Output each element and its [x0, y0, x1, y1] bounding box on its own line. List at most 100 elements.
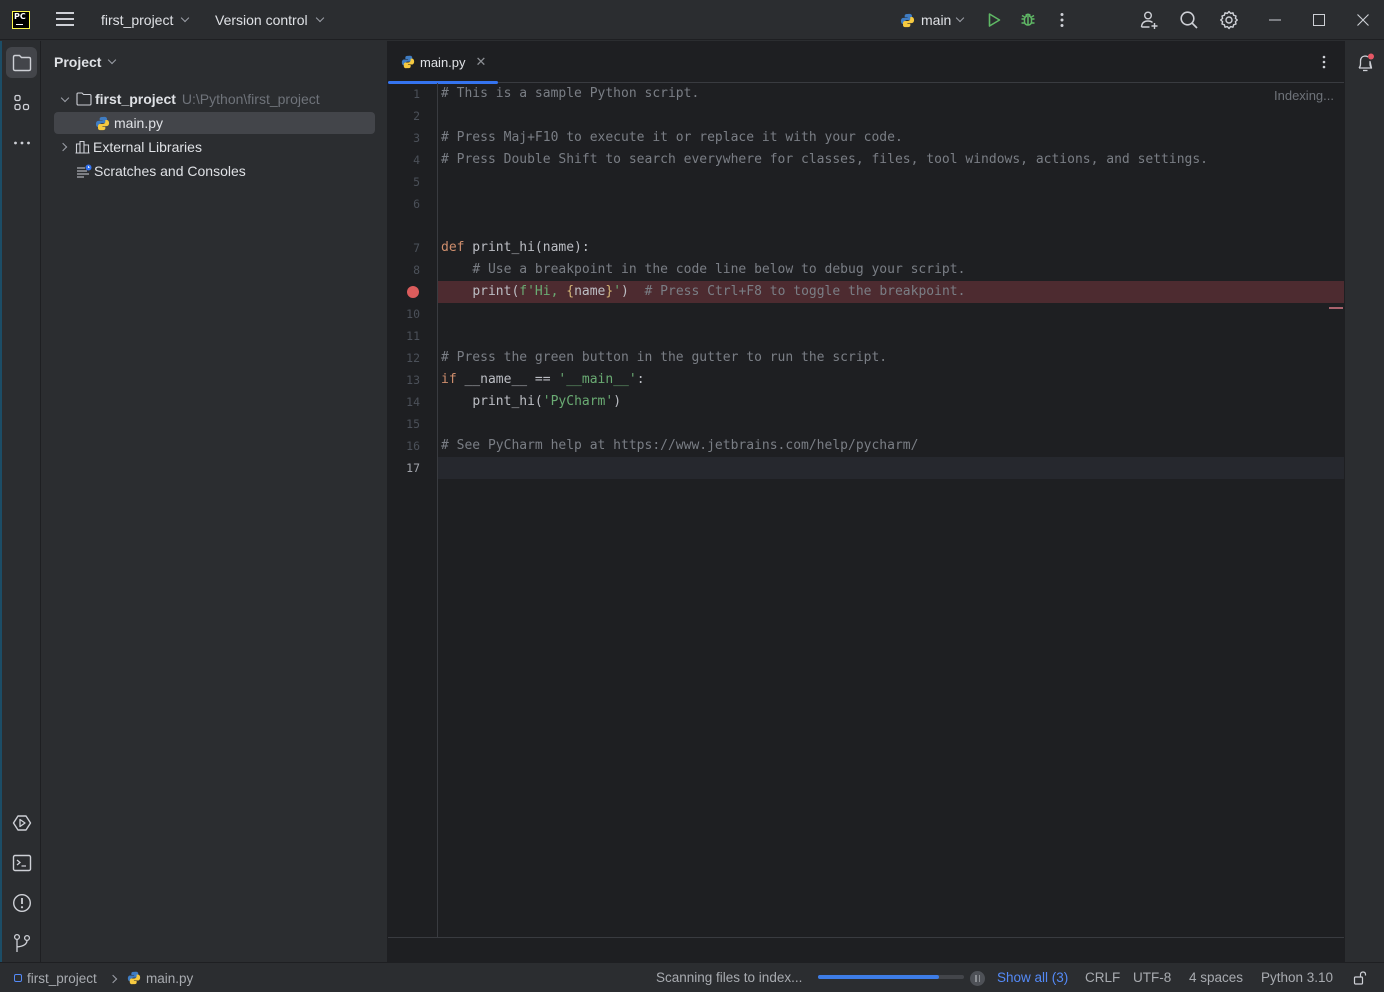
line-number: 15: [406, 417, 420, 431]
notifications-button[interactable]: [1350, 47, 1381, 78]
breadcrumb-file[interactable]: main.py: [127, 963, 193, 992]
encoding-widget[interactable]: UTF-8: [1133, 963, 1171, 992]
vcs-selector[interactable]: Version control: [215, 0, 324, 40]
terminal-tool-button[interactable]: [6, 847, 37, 878]
more-horizontal-icon: [13, 141, 30, 144]
breakpoint-icon[interactable]: [407, 286, 419, 298]
line-number: 11: [406, 329, 420, 343]
services-tool-button[interactable]: [6, 807, 37, 838]
python-file-icon: [401, 55, 415, 69]
git-tool-button[interactable]: [6, 927, 37, 958]
code-text: name: [574, 284, 606, 299]
minimize-button[interactable]: [1263, 8, 1287, 32]
code-text: print_hi(name):: [464, 240, 590, 255]
comment: # Press Maj+F10 to execute it or replace…: [441, 130, 903, 145]
python-file-icon: [95, 116, 110, 130]
pause-indexing-button[interactable]: [970, 971, 985, 986]
background-task-label[interactable]: Scanning files to index...: [656, 963, 802, 992]
tree-item-label: first_project: [95, 91, 176, 107]
search-icon: [1180, 11, 1198, 29]
line-number: 4: [413, 153, 420, 167]
code-line[interactable]: print_hi('PyCharm'): [438, 391, 1344, 413]
tree-item-external-libraries[interactable]: External Libraries: [54, 136, 375, 158]
breakpoint-stripe-marker[interactable]: [1329, 307, 1343, 309]
code-line[interactable]: # Press the green button in the gutter t…: [438, 347, 1344, 369]
code-line[interactable]: def print_hi(name):: [438, 237, 1344, 259]
problems-tool-button[interactable]: [6, 887, 37, 918]
title-bar: PC first_project Version control main: [0, 0, 1384, 40]
chevron-down-icon: [108, 55, 117, 65]
keyword: def: [441, 240, 465, 255]
unlock-icon: [1353, 971, 1367, 985]
library-icon: [75, 140, 90, 154]
expand-arrow-icon[interactable]: [60, 93, 70, 102]
line-number-current: 17: [406, 461, 420, 475]
show-all-tasks-link[interactable]: Show all (3): [997, 963, 1068, 992]
maximize-button[interactable]: [1307, 8, 1331, 32]
more-tools-button[interactable]: [6, 127, 37, 158]
more-vertical-icon: [1322, 55, 1326, 69]
divider: [388, 937, 1344, 938]
line-number: 8: [413, 263, 420, 277]
code-line[interactable]: # See PyCharm help at https://www.jetbra…: [438, 435, 1344, 457]
code-editor[interactable]: # This is a sample Python script. # Pres…: [438, 83, 1344, 938]
left-tool-strip: [0, 41, 41, 962]
code-line-current[interactable]: [438, 457, 1344, 479]
project-pane-title: Project: [54, 54, 102, 70]
tab-options-button[interactable]: [1322, 54, 1330, 70]
indexing-hint: Indexing...: [1274, 88, 1334, 103]
code-text: :: [636, 372, 645, 387]
tree-item-first-project[interactable]: first_project U:\Python\first_project: [54, 88, 375, 110]
comment: # Press Ctrl+F8 to toggle the breakpoint…: [644, 284, 966, 299]
interpreter-widget[interactable]: Python 3.10: [1261, 963, 1333, 992]
debug-button[interactable]: [1016, 8, 1040, 32]
code-line-breakpoint[interactable]: print(f'Hi, {name}') # Press Ctrl+F8 to …: [438, 281, 1344, 303]
indent-widget[interactable]: 4 spaces: [1189, 963, 1243, 992]
code-with-me-button[interactable]: [1137, 8, 1161, 32]
main-menu-icon[interactable]: [56, 12, 74, 28]
vcs-label: Version control: [215, 12, 308, 28]
tree-item-label: main.py: [114, 115, 164, 131]
bell-icon: [1358, 53, 1374, 71]
project-tool-button[interactable]: [6, 47, 37, 78]
close-window-button[interactable]: [1351, 8, 1375, 32]
project-view-selector[interactable]: Project: [54, 54, 117, 70]
structure-tool-button[interactable]: [6, 87, 37, 118]
more-actions-button[interactable]: [1050, 8, 1074, 32]
bug-icon: [1021, 13, 1035, 26]
code-text: __name__ ==: [456, 372, 559, 387]
line-number: 1: [413, 87, 420, 101]
read-only-toggle[interactable]: [1353, 963, 1367, 992]
tab-main-py[interactable]: main.py ✕: [388, 41, 498, 84]
project-path: U:\Python\first_project: [181, 91, 320, 107]
tree-item-scratches[interactable]: Scratches and Consoles: [54, 160, 375, 182]
code-line[interactable]: # Use a breakpoint in the code line belo…: [438, 259, 1344, 281]
search-everywhere-button[interactable]: [1177, 8, 1201, 32]
run-config-selector[interactable]: main: [900, 0, 965, 40]
code-text: print(: [472, 284, 520, 299]
code-line[interactable]: if __name__ == '__main__':: [438, 369, 1344, 391]
expand-arrow-icon[interactable]: [58, 142, 68, 152]
tree-item-main-py[interactable]: main.py: [54, 112, 375, 134]
string: f'Hi,: [519, 284, 567, 299]
close-tab-icon[interactable]: ✕: [476, 54, 487, 70]
settings-button[interactable]: [1217, 8, 1241, 32]
code-line[interactable]: # Press Maj+F10 to execute it or replace…: [438, 127, 1344, 149]
code-line[interactable]: # Press Double Shift to search everywher…: [438, 149, 1344, 171]
code-line[interactable]: # This is a sample Python script.: [438, 83, 1344, 105]
line-separator-widget[interactable]: CRLF: [1085, 963, 1120, 992]
line-number-gutter[interactable]: 1 2 3 4 5 6 7 8 10 11 12 13 14 15 16 17: [388, 83, 438, 938]
code-text: print_hi(: [472, 394, 543, 409]
git-branch-icon: [13, 933, 30, 952]
indexing-progress-bar[interactable]: [818, 975, 964, 979]
comment: # Press Double Shift to search everywher…: [441, 152, 1209, 167]
problems-icon: [12, 893, 31, 912]
run-button[interactable]: [982, 8, 1006, 32]
folder-icon: [12, 54, 31, 71]
line-number: 14: [406, 395, 420, 409]
comment: # See PyCharm help at https://www.jetbra…: [441, 438, 919, 453]
line-number: 2: [413, 109, 420, 123]
project-selector[interactable]: first_project: [101, 0, 190, 40]
breadcrumb-project[interactable]: first_project: [14, 963, 97, 992]
logo-text: PC: [14, 12, 26, 21]
